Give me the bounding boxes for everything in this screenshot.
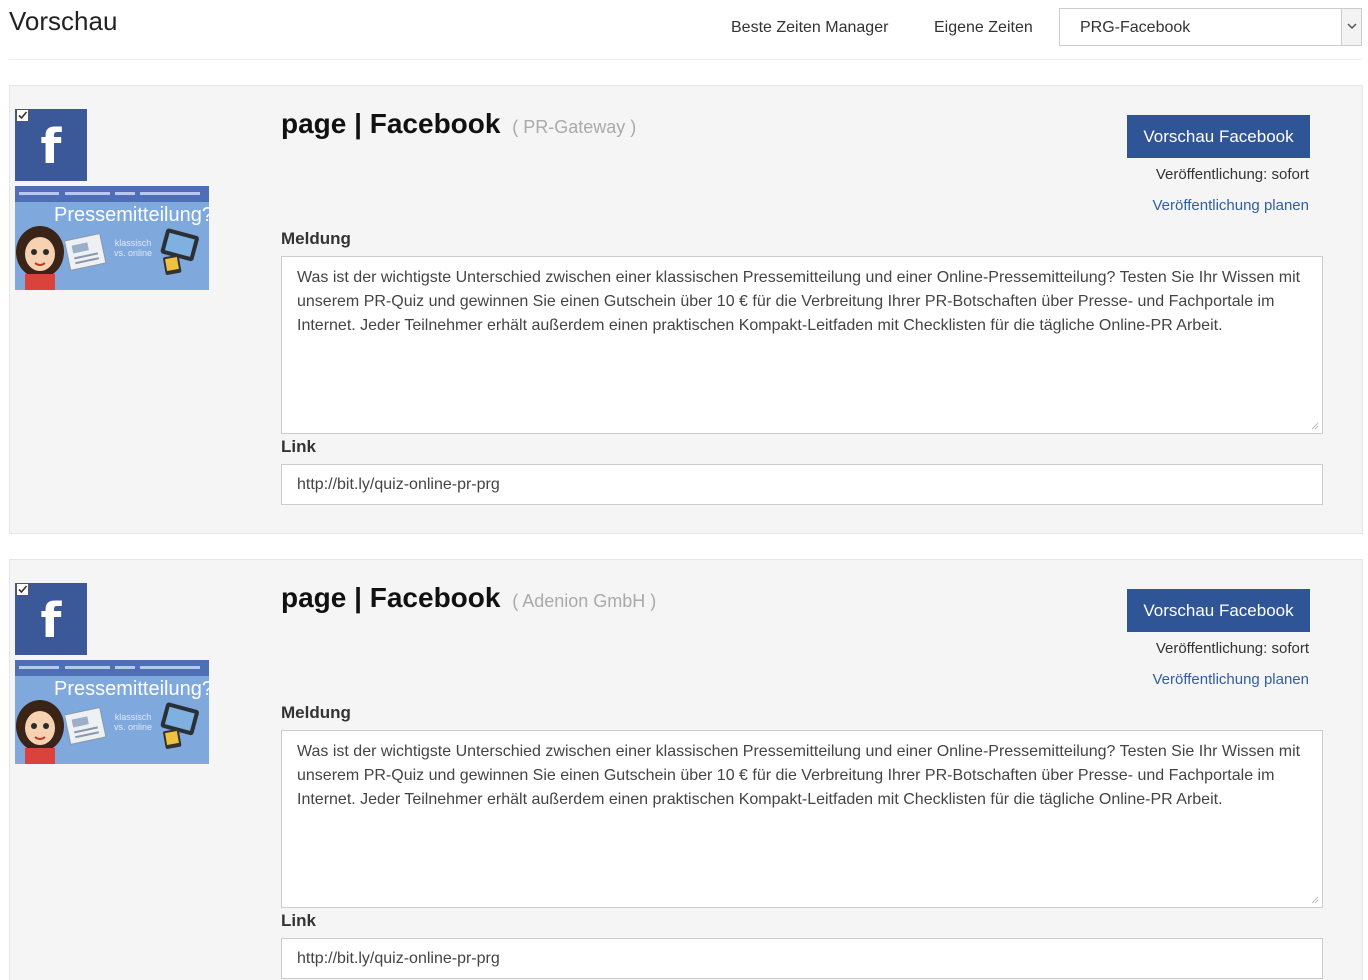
link-input[interactable] [281,464,1323,505]
header: Vorschau Beste Zeiten Manager Eigene Zei… [0,0,1368,60]
page-title: Vorschau [9,6,118,36]
thumbnail-subtitle: klassisch vs. online [113,712,153,732]
post-card: f Pressemitteilung? klassisch vs. online [9,85,1363,534]
message-label: Meldung [281,229,351,248]
message-text: Was ist der wichtigste Unterschied zwisc… [297,269,1301,334]
post-select-checkbox[interactable] [16,583,29,596]
thumbnail-title: Pressemitteilung? [54,204,209,226]
best-times-manager-link[interactable]: Beste Zeiten Manager [731,19,888,37]
message-label: Meldung [281,703,351,722]
resize-grip-icon [1311,896,1319,904]
preview-facebook-button[interactable]: Vorschau Facebook [1127,589,1310,632]
message-textarea[interactable]: Was ist der wichtigste Unterschied zwisc… [281,256,1323,434]
newspaper-icon [65,232,107,271]
preview-facebook-button[interactable]: Vorschau Facebook [1127,115,1310,158]
account-select-value: PRG-Facebook [1080,19,1191,36]
post-account: ( Adenion GmbH ) [512,591,657,611]
link-input[interactable] [281,938,1323,979]
post-select-checkbox[interactable] [16,109,29,122]
header-divider [9,59,1362,60]
woman-illustration-icon [16,700,64,764]
account-select[interactable]: PRG-Facebook [1059,8,1362,46]
post-title-text: page | Facebook [281,582,501,613]
tablet-icon [160,702,199,749]
post-title-text: page | Facebook [281,108,501,139]
resize-grip-icon [1311,422,1319,430]
post-account: ( PR-Gateway ) [512,117,637,137]
post-title: page | Facebook ( Adenion GmbH ) [281,582,656,614]
own-times-link[interactable]: Eigene Zeiten [934,19,1033,37]
post-thumbnail: Pressemitteilung? klassisch vs. online [15,660,209,764]
newspaper-icon [65,706,107,745]
chevron-down-icon[interactable] [1341,9,1361,45]
post-title: page | Facebook ( PR-Gateway ) [281,108,636,140]
link-label: Link [281,911,316,930]
publish-status: Veröffentlichung: sofort [1155,166,1309,183]
post-thumbnail: Pressemitteilung? klassisch vs. online [15,186,209,290]
schedule-publication-link[interactable]: Veröffentlichung planen [1152,671,1309,688]
tablet-icon [160,228,199,275]
publish-status: Veröffentlichung: sofort [1155,640,1309,657]
woman-illustration-icon [16,226,64,290]
schedule-publication-link[interactable]: Veröffentlichung planen [1152,197,1309,214]
link-label: Link [281,437,316,456]
thumbnail-subtitle: klassisch vs. online [113,238,153,258]
post-card: f Pressemitteilung? klassisch vs. online [9,559,1363,980]
thumbnail-title: Pressemitteilung? [54,678,209,700]
message-text: Was ist der wichtigste Unterschied zwisc… [297,743,1301,808]
message-textarea[interactable]: Was ist der wichtigste Unterschied zwisc… [281,730,1323,908]
